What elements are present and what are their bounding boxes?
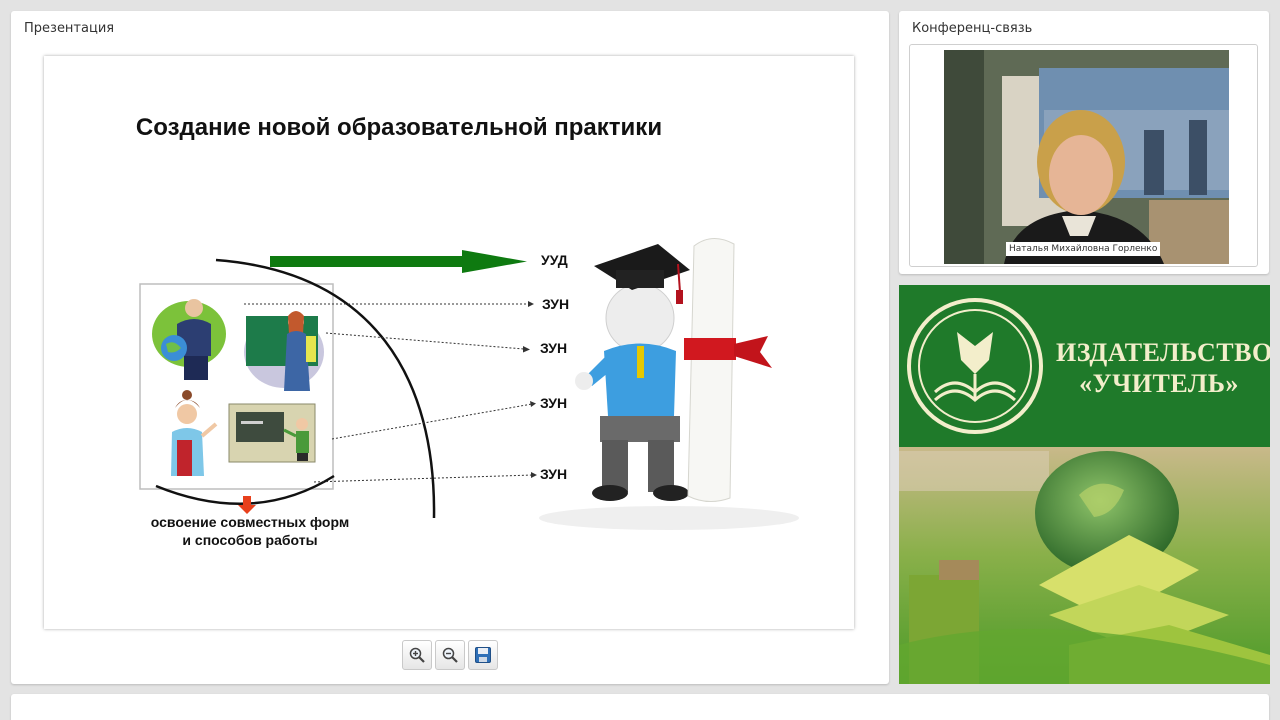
participant-video[interactable]: Наталья Михайловна Горленко	[944, 50, 1229, 264]
video-image	[944, 50, 1229, 264]
label-zun-2: ЗУН	[540, 340, 568, 356]
zoom-out-icon	[442, 647, 458, 663]
presentation-panel-title: Презентация	[24, 21, 115, 36]
teachers-illustration	[139, 283, 334, 490]
zoom-out-button[interactable]	[435, 640, 465, 670]
zoom-in-icon	[409, 647, 425, 663]
publisher-logo-icon	[907, 298, 1043, 434]
presentation-slide: Создание новой образовательной практики …	[44, 56, 854, 629]
label-zun-4: ЗУН	[540, 466, 568, 482]
publisher-name-line-2: «УЧИТЕЛЬ»	[1079, 369, 1239, 398]
graduate-figure	[539, 238, 799, 530]
label-zun-3: ЗУН	[540, 395, 568, 411]
presentation-panel: Презентация Создание новой образовательн…	[11, 11, 889, 684]
slide-title: Создание новой образовательной практики	[135, 114, 663, 141]
publisher-banner[interactable]: ИЗДАТЕЛЬСТВО «УЧИТЕЛЬ»	[899, 285, 1270, 684]
slide-caption: освоение совместных форм и способов рабо…	[120, 513, 380, 549]
zoom-in-button[interactable]	[402, 640, 432, 670]
bottom-panel	[11, 694, 1269, 720]
participant-name-label: Наталья Михайловна Горленко	[1006, 242, 1161, 256]
green-arrow	[270, 250, 527, 273]
conference-panel-title: Конференц-связь	[912, 21, 1033, 36]
floppy-disk-icon	[475, 647, 491, 663]
publisher-header: ИЗДАТЕЛЬСТВО «УЧИТЕЛЬ»	[899, 285, 1270, 447]
red-down-arrow	[238, 496, 256, 514]
slide-toolbar	[402, 640, 498, 670]
video-frame: Наталья Михайловна Горленко	[909, 44, 1258, 267]
publisher-name: ИЗДАТЕЛЬСТВО «УЧИТЕЛЬ»	[1056, 337, 1270, 399]
save-button[interactable]	[468, 640, 498, 670]
caption-line-2: и способов работы	[182, 532, 318, 548]
publisher-name-line-1: ИЗДАТЕЛЬСТВО	[1056, 338, 1270, 367]
label-zun-1: ЗУН	[542, 296, 570, 312]
caption-line-1: освоение совместных форм	[150, 514, 350, 530]
label-uud: УУД	[541, 252, 568, 268]
conference-panel: Конференц-связь Наталья Михайловна Горле…	[899, 11, 1269, 274]
